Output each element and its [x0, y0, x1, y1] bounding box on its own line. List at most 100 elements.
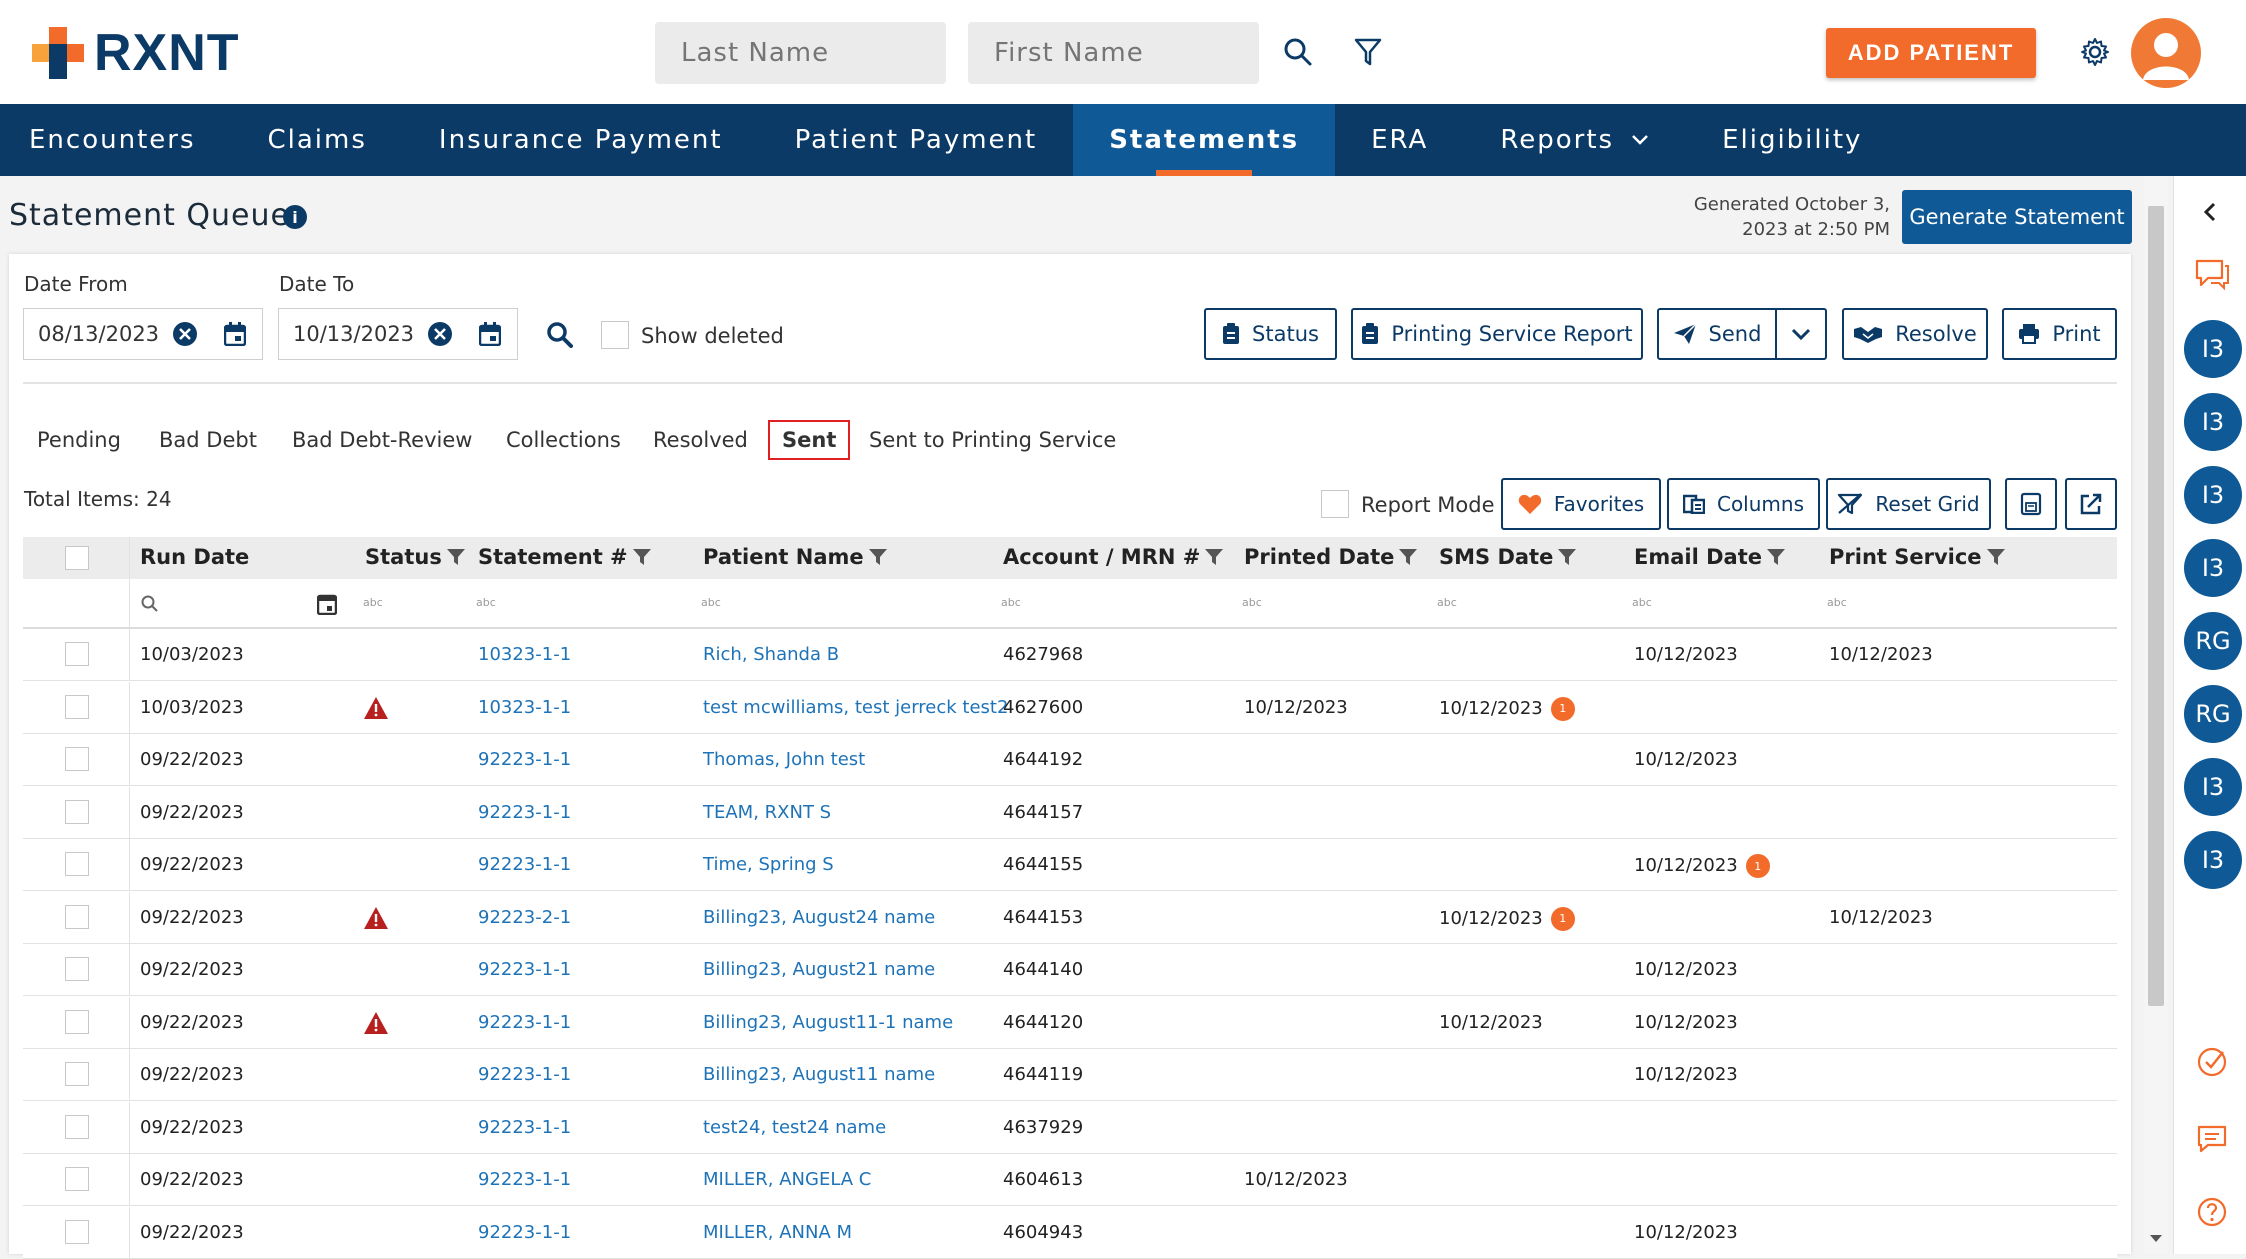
search-icon[interactable]	[141, 595, 159, 613]
table-row[interactable]: 10/03/2023 10323-1-1 test mcwilliams, test…	[23, 681, 2117, 734]
patient-filter-input[interactable]: abc	[701, 596, 721, 609]
cell-patient[interactable]: test24, test24 name	[703, 1117, 886, 1138]
account-filter-input[interactable]: abc	[1001, 596, 1021, 609]
row-checkbox[interactable]	[65, 957, 89, 981]
col-sms-date[interactable]: SMS Date	[1439, 545, 1577, 569]
column-filter-icon[interactable]	[1204, 547, 1224, 567]
cell-patient[interactable]: Rich, Shanda B	[703, 644, 839, 665]
row-checkbox[interactable]	[65, 1062, 89, 1086]
printing-service-report-button[interactable]: Printing Service Report	[1351, 308, 1643, 360]
statement-filter-input[interactable]: abc	[476, 596, 496, 609]
favorites-button[interactable]: Favorites	[1501, 478, 1661, 530]
cell-statement[interactable]: 92223-1-1	[478, 802, 571, 823]
column-filter-icon[interactable]	[632, 547, 652, 567]
count-badge[interactable]: 1	[1550, 696, 1575, 721]
cell-patient[interactable]: Billing23, August21 name	[703, 959, 935, 980]
cell-patient[interactable]: test mcwilliams, test jerreck test2	[703, 697, 1008, 718]
cell-statement[interactable]: 10323-1-1	[478, 644, 571, 665]
col-patient-name[interactable]: Patient Name	[703, 545, 888, 569]
rail-avatar[interactable]: I3	[2184, 831, 2242, 889]
email-filter-input[interactable]: abc	[1632, 596, 1652, 609]
column-filter-icon[interactable]	[1557, 547, 1577, 567]
nav-statements[interactable]: Statements	[1073, 104, 1336, 176]
rail-avatar[interactable]: I3	[2184, 466, 2242, 524]
save-layout-button[interactable]	[2005, 478, 2057, 530]
tab-collections[interactable]: Collections	[506, 428, 621, 452]
column-filter-icon[interactable]	[446, 547, 466, 567]
cell-patient[interactable]: Billing23, August11-1 name	[703, 1012, 953, 1033]
cell-statement[interactable]: 92223-1-1	[478, 854, 571, 875]
cell-patient[interactable]: Thomas, John test	[703, 749, 865, 770]
col-status[interactable]: Status	[365, 545, 466, 569]
col-run-date[interactable]: Run Date	[140, 545, 249, 569]
cell-patient[interactable]: Time, Spring S	[703, 854, 834, 875]
rail-avatar[interactable]: RG	[2184, 612, 2242, 670]
col-print-service[interactable]: Print Service	[1829, 545, 2006, 569]
cell-statement[interactable]: 92223-1-1	[478, 1222, 571, 1243]
column-filter-icon[interactable]	[1398, 547, 1418, 567]
cell-patient[interactable]: MILLER, ANGELA C	[703, 1169, 871, 1190]
warning-icon[interactable]	[363, 696, 389, 720]
table-row[interactable]: 10/03/2023 10323-1-1 Rich, Shanda B 4627968…	[23, 629, 2117, 681]
cell-statement[interactable]: 10323-1-1	[478, 697, 571, 718]
show-deleted-checkbox[interactable]	[601, 321, 629, 349]
row-checkbox[interactable]	[65, 1009, 89, 1034]
first-name-input[interactable]	[968, 22, 1259, 84]
nav-patient-payment[interactable]: Patient Payment	[759, 104, 1074, 176]
collapse-chevron-icon[interactable]	[2202, 202, 2218, 222]
sms-filter-input[interactable]: abc	[1437, 596, 1457, 609]
nav-claims[interactable]: Claims	[232, 104, 403, 176]
column-filter-icon[interactable]	[1766, 547, 1786, 567]
col-account-mrn[interactable]: Account / MRN #	[1003, 545, 1224, 569]
rail-avatar[interactable]: I3	[2184, 393, 2242, 451]
print-button[interactable]: Print	[2002, 308, 2117, 360]
cell-statement[interactable]: 92223-1-1	[478, 749, 571, 770]
cell-patient[interactable]: MILLER, ANNA M	[703, 1222, 852, 1243]
table-row[interactable]: 09/22/2023 92223-1-1 MILLER, ANNA M 4604943…	[23, 1206, 2117, 1259]
search-icon[interactable]	[1278, 32, 1318, 72]
row-checkbox[interactable]	[65, 852, 89, 876]
add-patient-button[interactable]: ADD PATIENT	[1826, 28, 2036, 78]
row-checkbox[interactable]	[65, 747, 89, 771]
row-checkbox[interactable]	[65, 642, 89, 666]
table-row[interactable]: 09/22/2023 92223-1-1 Thomas, John test 4644…	[23, 734, 2117, 786]
user-avatar[interactable]	[2131, 18, 2201, 88]
col-email-date[interactable]: Email Date	[1634, 545, 1786, 569]
rail-avatar[interactable]: I3	[2184, 539, 2242, 597]
col-printed-date[interactable]: Printed Date	[1244, 545, 1418, 569]
print-service-filter-input[interactable]: abc	[1827, 596, 1847, 609]
calendar-icon[interactable]	[479, 322, 501, 346]
rxnt-logo[interactable]: RXNT	[30, 24, 240, 82]
cell-patient[interactable]: TEAM, RXNT S	[703, 802, 831, 823]
warning-icon[interactable]	[363, 906, 389, 930]
cell-patient[interactable]: Billing23, August11 name	[703, 1064, 935, 1085]
calendar-icon[interactable]	[224, 322, 246, 346]
cell-statement[interactable]: 92223-2-1	[478, 907, 571, 928]
reset-grid-button[interactable]: Reset Grid	[1826, 478, 1991, 530]
table-row[interactable]: 09/22/2023 92223-2-1 Billing23, August24 n…	[23, 891, 2117, 944]
select-all-checkbox[interactable]	[65, 546, 89, 570]
send-dropdown-button[interactable]	[1775, 308, 1827, 360]
table-row[interactable]: 09/22/2023 92223-1-1 test24, test24 name 46…	[23, 1101, 2117, 1154]
nav-eligibility[interactable]: Eligibility	[1686, 104, 1898, 176]
report-mode-checkbox[interactable]	[1321, 490, 1349, 518]
table-row[interactable]: 09/22/2023 92223-1-1 TEAM, RXNT S 4644157	[23, 786, 2117, 839]
export-button[interactable]	[2065, 478, 2117, 530]
cell-patient[interactable]: Billing23, August24 name	[703, 907, 935, 928]
filter-icon[interactable]	[1348, 32, 1388, 72]
warning-icon[interactable]	[363, 1011, 389, 1035]
tab-pending[interactable]: Pending	[37, 428, 121, 452]
column-filter-icon[interactable]	[1986, 547, 2006, 567]
row-checkbox[interactable]	[65, 1114, 89, 1139]
col-statement-number[interactable]: Statement #	[478, 545, 652, 569]
nav-encounters[interactable]: Encounters	[0, 104, 232, 176]
resolve-button[interactable]: Resolve	[1842, 308, 1988, 360]
check-circle-icon[interactable]	[2196, 1046, 2228, 1078]
column-filter-icon[interactable]	[868, 547, 888, 567]
last-name-input[interactable]	[655, 22, 946, 84]
tab-sent[interactable]: Sent	[768, 420, 851, 460]
row-checkbox[interactable]	[65, 1167, 89, 1191]
count-badge[interactable]: 1	[1745, 854, 1770, 878]
tab-sent-to-printing-service[interactable]: Sent to Printing Service	[869, 428, 1116, 452]
rail-avatar[interactable]: I3	[2184, 320, 2242, 378]
